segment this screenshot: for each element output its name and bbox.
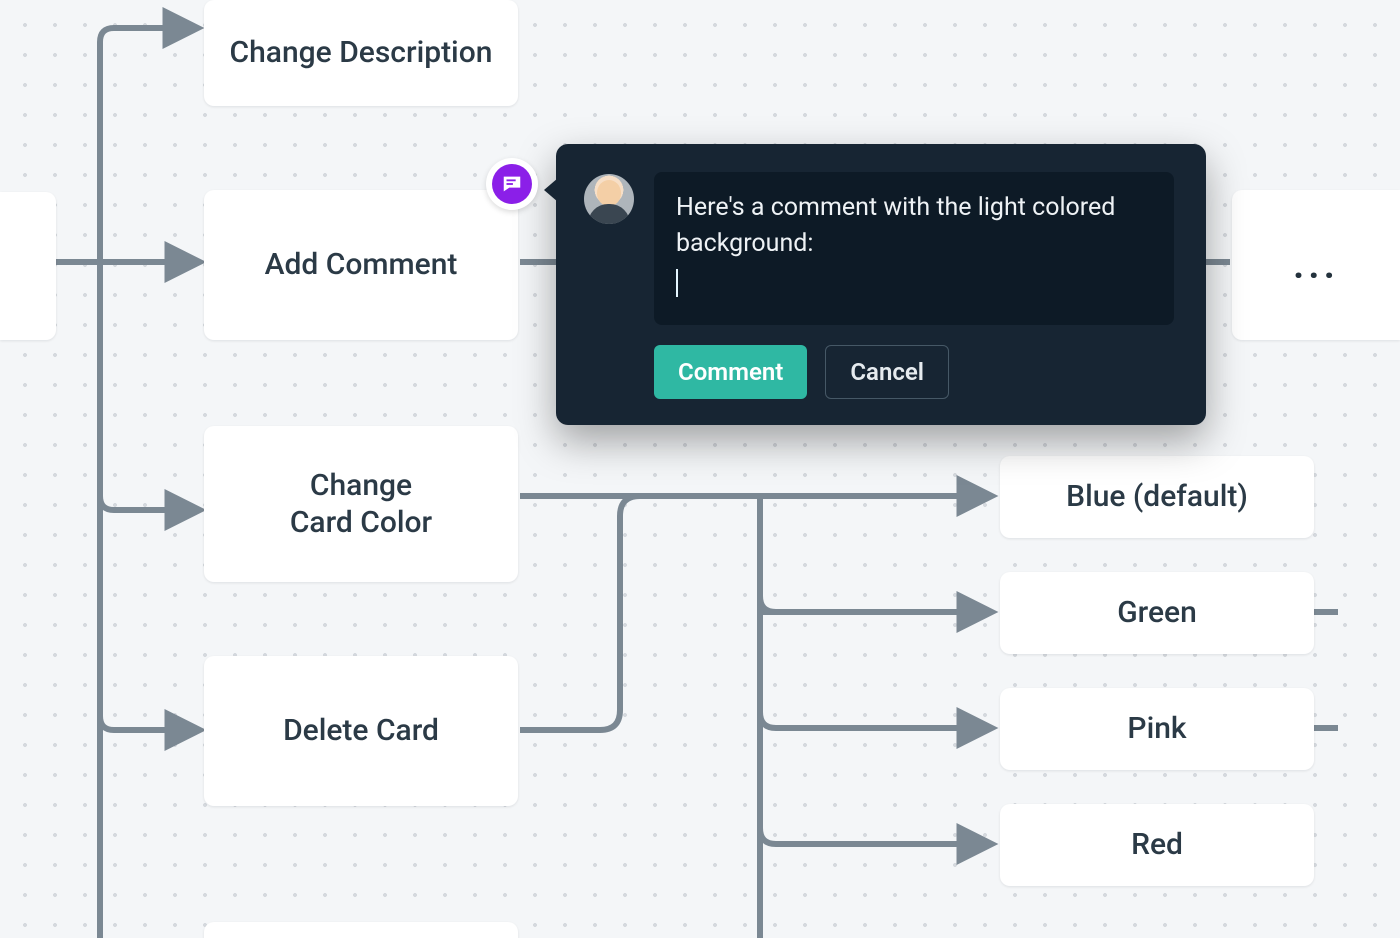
- card-color-pink[interactable]: Pink: [1000, 688, 1314, 770]
- comment-text: Here's a comment with the light colored …: [676, 193, 1115, 258]
- ellipsis-icon: ...: [1293, 240, 1339, 290]
- comment-popover: Here's a comment with the light colored …: [556, 144, 1206, 425]
- comment-icon: [492, 164, 532, 204]
- card-label: Pink: [1127, 710, 1186, 748]
- card-color-green[interactable]: Green: [1000, 572, 1314, 654]
- card-overflow[interactable]: ...: [1232, 190, 1400, 340]
- card-color-red[interactable]: Red: [1000, 804, 1314, 886]
- card-label: Change Card Color: [290, 467, 432, 542]
- card-label: Blue (default): [1066, 478, 1248, 516]
- popover-arrow: [544, 178, 558, 202]
- card-label: Green: [1117, 594, 1197, 632]
- card-delete-card[interactable]: Delete Card: [204, 656, 518, 806]
- card-root-stub[interactable]: [0, 192, 56, 340]
- card-label: Add Comment: [265, 246, 458, 284]
- card-label: Red: [1131, 826, 1183, 864]
- card-label: Delete Card: [283, 712, 439, 750]
- card-color-blue[interactable]: Blue (default): [1000, 456, 1314, 538]
- comment-indicator[interactable]: [486, 158, 538, 210]
- text-cursor: [676, 269, 678, 297]
- card-add-comment[interactable]: Add Comment: [204, 190, 518, 340]
- comment-input[interactable]: Here's a comment with the light colored …: [654, 172, 1174, 325]
- card-label: Change Description: [230, 34, 493, 72]
- card-change-description[interactable]: Change Description: [204, 0, 518, 106]
- card-change-card-color[interactable]: Change Card Color: [204, 426, 518, 582]
- comment-submit-button[interactable]: Comment: [654, 345, 807, 399]
- comment-cancel-button[interactable]: Cancel: [825, 345, 949, 399]
- card-next-stub[interactable]: [204, 922, 518, 938]
- avatar: [584, 174, 634, 224]
